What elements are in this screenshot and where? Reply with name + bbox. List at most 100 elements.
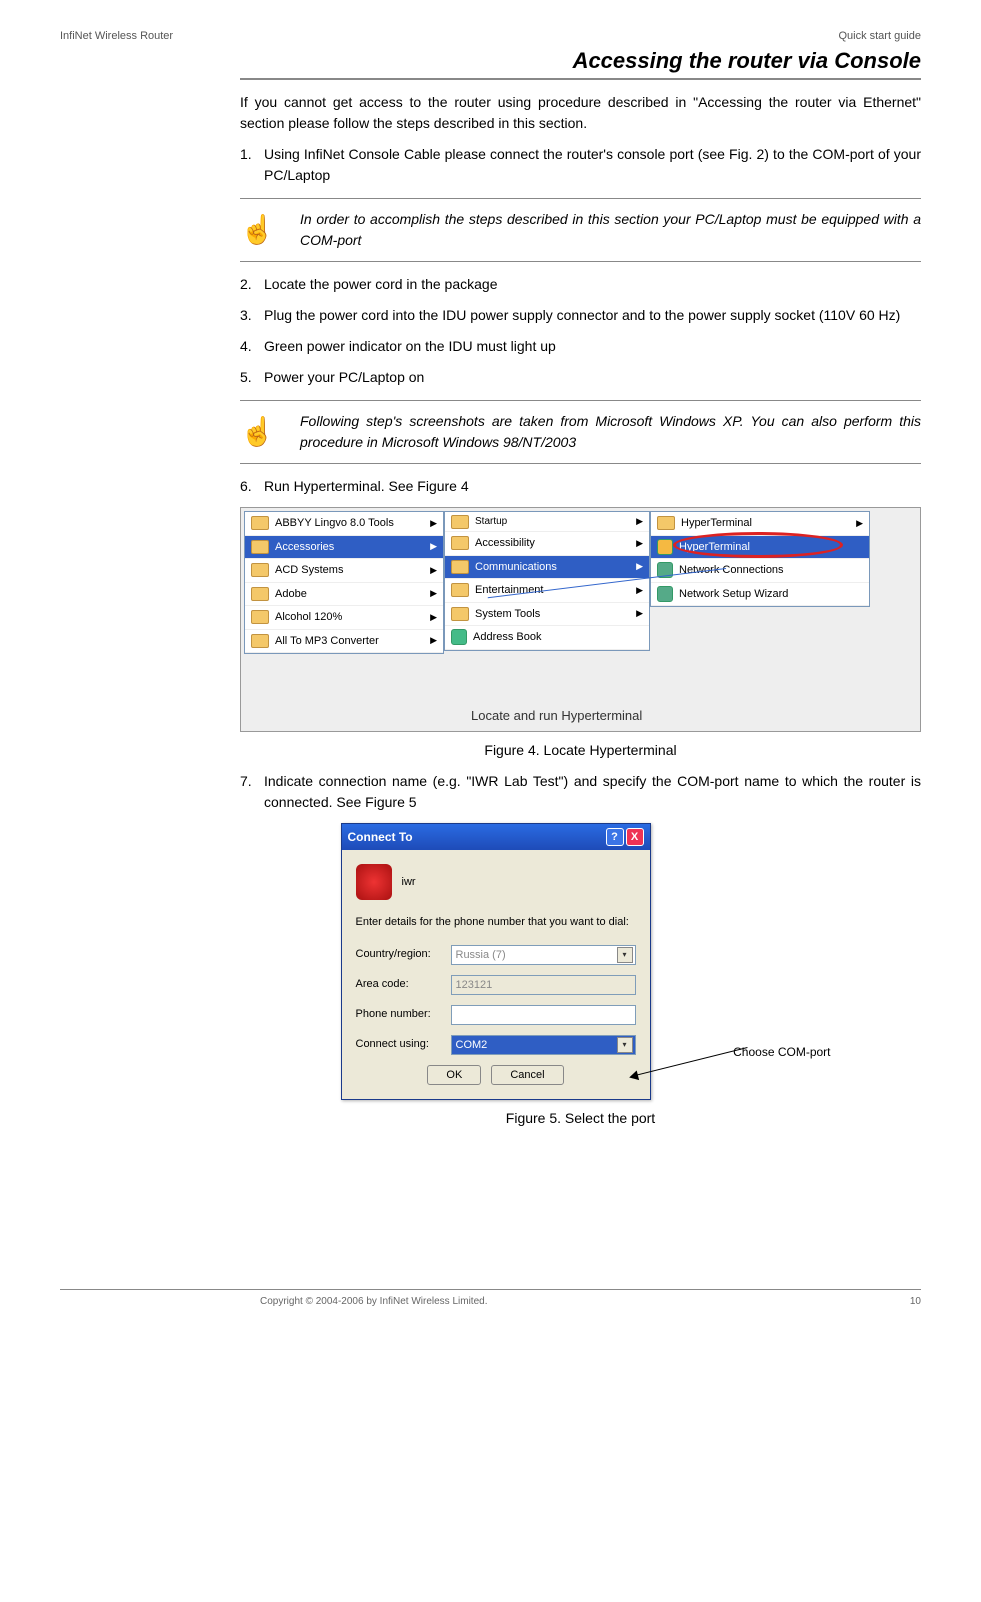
menu-label: Adobe xyxy=(275,586,307,603)
step3-text: Plug the power cord into the IDU power s… xyxy=(264,305,921,326)
figure5-caption: Figure 5. Select the port xyxy=(240,1108,921,1129)
folder-icon xyxy=(657,516,675,530)
menu-label: System Tools xyxy=(475,606,540,623)
chevron-right-icon: ▶ xyxy=(430,564,437,578)
connect-using-select[interactable]: COM2▾ xyxy=(451,1035,636,1055)
country-value: Russia (7) xyxy=(456,949,506,961)
step1-text: Using InfiNet Console Cable please conne… xyxy=(264,144,921,186)
phone-icon xyxy=(356,864,392,900)
pointing-hand-icon: ☝ xyxy=(240,214,275,245)
menu-item-acd[interactable]: ACD Systems ▶ xyxy=(245,559,443,583)
pointing-hand-icon: ☝ xyxy=(240,416,275,447)
chevron-right-icon: ▶ xyxy=(430,611,437,625)
menu-label: All To MP3 Converter xyxy=(275,633,379,650)
area-input[interactable] xyxy=(451,975,636,995)
chevron-right-icon: ▶ xyxy=(636,584,643,598)
menu-item-systemtools[interactable]: System Tools ▶ xyxy=(445,603,649,627)
menu-label: Network Connections xyxy=(679,562,784,579)
country-select[interactable]: Russia (7) ▾ xyxy=(451,945,636,965)
close-button[interactable]: X xyxy=(626,828,644,846)
dialog-title: Connect To xyxy=(348,828,413,846)
menu-label: Entertainment xyxy=(475,582,543,599)
chevron-right-icon: ▶ xyxy=(856,517,863,531)
menu-item-hyperterminal[interactable]: HyperTerminal xyxy=(651,536,869,560)
chevron-right-icon: ▶ xyxy=(636,515,643,529)
step6-text: Run Hyperterminal. See Figure 4 xyxy=(264,476,921,497)
menu-item-adobe[interactable]: Adobe ▶ xyxy=(245,583,443,607)
menu-label: Accessibility xyxy=(475,535,535,552)
folder-icon xyxy=(251,563,269,577)
choose-comport-label: Choose COM-port xyxy=(733,1043,830,1061)
menu-label: ACD Systems xyxy=(275,562,343,579)
figure4-caption: Figure 4. Locate Hyperterminal xyxy=(240,740,921,761)
ok-button[interactable]: OK xyxy=(427,1065,481,1085)
menu-label: Accessories xyxy=(275,539,334,556)
folder-icon xyxy=(451,607,469,621)
header-right: Quick start guide xyxy=(838,30,921,42)
folder-icon xyxy=(451,583,469,597)
phone-label: Phone number: xyxy=(356,1006,451,1023)
chevron-right-icon: ▶ xyxy=(636,607,643,621)
header-left: InfiNet Wireless Router xyxy=(60,30,173,42)
step5-num: 5. xyxy=(240,367,264,388)
menu-item-accessibility[interactable]: Accessibility ▶ xyxy=(445,532,649,556)
note-box-2: ☝ Following step's screenshots are taken… xyxy=(240,400,921,464)
dialog-titlebar[interactable]: Connect To ? X xyxy=(342,824,650,850)
menu-item-abbyy[interactable]: ABBYY Lingvo 8.0 Tools ▶ xyxy=(245,512,443,536)
menu-item-communications[interactable]: Communications ▶ xyxy=(445,556,649,580)
chevron-right-icon: ▶ xyxy=(430,587,437,601)
menu-label: HyperTerminal xyxy=(681,515,752,532)
menu-item-alcohol[interactable]: Alcohol 120% ▶ xyxy=(245,606,443,630)
menu-column-1: ABBYY Lingvo 8.0 Tools ▶ Accessories ▶ ACD… xyxy=(244,511,444,654)
menu-label: Communications xyxy=(475,559,557,576)
folder-icon xyxy=(251,587,269,601)
menu-label: Startup xyxy=(475,514,507,529)
connect-to-dialog: Connect To ? X iwr Enter details for the… xyxy=(341,823,651,1100)
menu-item-networksetup[interactable]: Network Setup Wizard xyxy=(651,583,869,607)
menu-item-hyperterminal-folder[interactable]: HyperTerminal ▶ xyxy=(651,512,869,536)
folder-icon xyxy=(251,540,269,554)
step7-text: Indicate connection name (e.g. "IWR Lab … xyxy=(264,771,921,813)
chevron-right-icon: ▶ xyxy=(636,560,643,574)
cancel-button[interactable]: Cancel xyxy=(491,1065,563,1085)
menu-item-mp3[interactable]: All To MP3 Converter ▶ xyxy=(245,630,443,654)
phone-input[interactable] xyxy=(451,1005,636,1025)
step2-text: Locate the power cord in the package xyxy=(264,274,921,295)
menu-item-startup[interactable]: Startup ▶ xyxy=(445,512,649,532)
menu-label: HyperTerminal xyxy=(679,539,750,556)
folder-icon xyxy=(451,536,469,550)
area-label: Area code: xyxy=(356,976,451,993)
menu-label: Network Setup Wizard xyxy=(679,586,788,603)
step7-num: 7. xyxy=(240,771,264,813)
menu-item-addressbook[interactable]: Address Book xyxy=(445,626,649,650)
folder-icon xyxy=(451,560,469,574)
step3-num: 3. xyxy=(240,305,264,326)
chevron-right-icon: ▶ xyxy=(636,537,643,551)
chevron-right-icon: ▶ xyxy=(430,517,437,531)
help-button[interactable]: ? xyxy=(606,828,624,846)
menu-item-networkconn[interactable]: Network Connections xyxy=(651,559,869,583)
step4-num: 4. xyxy=(240,336,264,357)
menu-column-3: HyperTerminal ▶ HyperTerminal Network Con… xyxy=(650,511,870,607)
chevron-right-icon: ▶ xyxy=(430,540,437,554)
note-box-1: ☝ In order to accomplish the steps descr… xyxy=(240,198,921,262)
step6-num: 6. xyxy=(240,476,264,497)
hyperterminal-icon xyxy=(657,539,673,555)
footer-copyright: Copyright © 2004-2006 by InfiNet Wireles… xyxy=(260,1296,487,1307)
chevron-down-icon: ▾ xyxy=(617,947,633,963)
folder-icon xyxy=(251,610,269,624)
page-title: Accessing the router via Console xyxy=(240,48,921,80)
menu-label: ABBYY Lingvo 8.0 Tools xyxy=(275,515,394,532)
step5-text: Power your PC/Laptop on xyxy=(264,367,921,388)
folder-icon xyxy=(451,515,469,529)
connect-label: Connect using: xyxy=(356,1036,451,1053)
step2-num: 2. xyxy=(240,274,264,295)
addressbook-icon xyxy=(451,629,467,645)
step4-text: Green power indicator on the IDU must li… xyxy=(264,336,921,357)
menu-item-accessories[interactable]: Accessories ▶ xyxy=(245,536,443,560)
note1-text: In order to accomplish the steps describ… xyxy=(300,209,921,251)
footer-page: 10 xyxy=(910,1296,921,1307)
chevron-right-icon: ▶ xyxy=(430,634,437,648)
menu-label: Alcohol 120% xyxy=(275,609,342,626)
chevron-down-icon: ▾ xyxy=(617,1037,633,1053)
